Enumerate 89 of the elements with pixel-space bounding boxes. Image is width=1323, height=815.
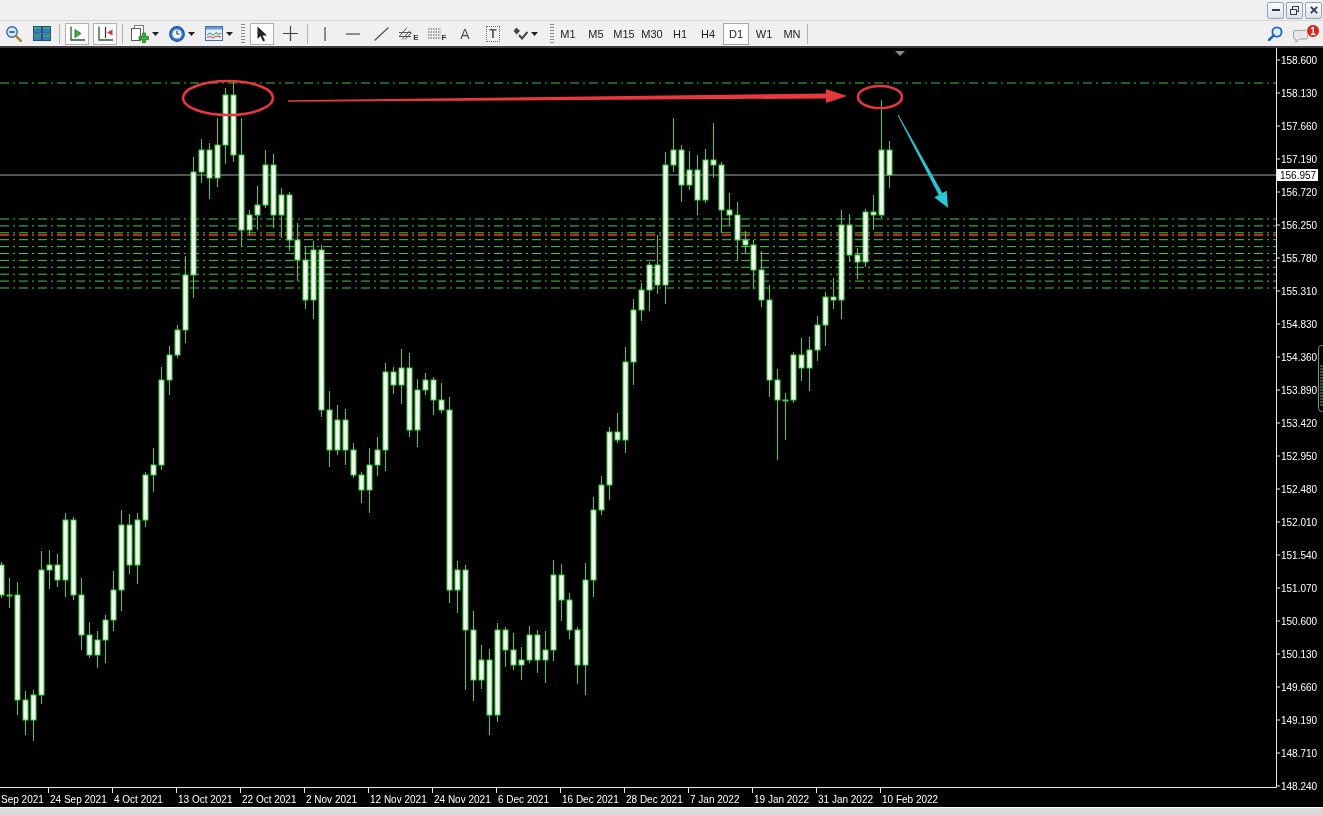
date-label: 19 Jan 2022 [754,794,810,805]
timeframe-tab[interactable]: W1 [751,22,777,45]
crosshair-icon [282,26,298,41]
chart-shift-icon [69,25,85,42]
text-label-button[interactable]: T [481,22,505,45]
toolbar-grip[interactable] [550,23,554,44]
price-label: 151.540 [1281,549,1318,561]
close-button[interactable] [1305,1,1322,19]
price-label: 148.240 [1281,780,1318,792]
date-label: 4 Oct 2021 [114,794,163,805]
fibonacci-button[interactable]: F [425,22,449,45]
price-label: 155.310 [1281,285,1318,297]
diagonal-line-icon [373,26,389,41]
timeframe-tab[interactable]: MN [779,22,805,45]
toolbar-grip[interactable] [241,23,245,44]
price-label: 153.890 [1281,384,1318,396]
date-label: 24 Nov 2021 [434,794,491,805]
price-label: 158.130 [1281,87,1318,99]
caret-icon [531,31,538,36]
date-label: 16 Dec 2021 [562,794,619,805]
dotted-lines-icon [427,28,441,39]
price-label: 150.130 [1281,648,1318,660]
timeframe-tab[interactable]: D1 [723,22,749,45]
cursor-button[interactable] [250,22,274,45]
price-label: 155.780 [1281,252,1318,264]
caret-icon [151,31,159,36]
date-label: 10 Feb 2022 [882,794,939,805]
date-label: 24 Sep 2021 [50,794,107,805]
date-label: 28 Dec 2021 [626,794,683,805]
tile-windows-icon [33,26,51,41]
date-label: 7 Jan 2022 [690,794,740,805]
arrows-icon [513,27,528,40]
chart-shift-button[interactable] [65,22,89,45]
price-label: 158.600 [1281,54,1318,66]
timeframe-tab[interactable]: H1 [667,22,693,45]
hatched-lines-icon [399,27,413,40]
timeframe-tab[interactable]: M30 [639,22,665,45]
price-label: 149.190 [1281,714,1318,726]
timeframe-tab[interactable]: H4 [695,22,721,45]
price-label: 152.480 [1281,483,1318,495]
caret-icon [225,31,233,36]
price-label: 157.660 [1281,120,1318,132]
timeframe-tab[interactable]: M15 [611,22,637,45]
vertical-line-icon [324,26,326,41]
text-button[interactable]: A [453,22,477,45]
restore-button[interactable] [1286,1,1303,19]
price-label: 152.010 [1281,516,1318,528]
date-label: Sep 2021 [1,794,44,805]
notifications-button[interactable]: 1 [1291,22,1321,45]
new-chart-button[interactable] [128,22,161,45]
minimize-icon [1271,9,1280,11]
highlight-ellipse [856,84,904,110]
channel-button[interactable]: E [397,22,421,45]
price-label: 150.600 [1281,615,1318,627]
search-icon [1267,26,1283,41]
restore-icon [1290,5,1299,15]
date-label: 13 Oct 2021 [178,794,233,805]
shift-marker-icon [895,51,905,56]
notification-badge: 1 [1306,23,1320,38]
price-label: 156.720 [1281,186,1318,198]
price-label: 149.660 [1281,681,1318,693]
zoom-out-icon [6,25,22,42]
chart-window-icon [204,26,223,41]
date-label: 31 Jan 2022 [818,794,874,805]
date-label: 12 Nov 2021 [370,794,427,805]
date-label: 6 Dec 2021 [498,794,550,805]
price-label: 154.830 [1281,318,1318,330]
timeframe-tab[interactable]: M5 [583,22,609,45]
price-label: 151.070 [1281,582,1318,594]
horizontal-line-icon [346,32,360,35]
document-plus-icon [130,24,149,43]
price-label: 157.190 [1281,153,1318,165]
price-label: 148.710 [1281,747,1318,759]
clock-icon [168,25,185,42]
date-label: 2 Nov 2021 [306,794,358,805]
speech-bubble-icon [1293,29,1308,43]
auto-scroll-icon [97,25,113,42]
current-price-label: 156.957 [1277,169,1318,181]
price-label: 153.420 [1281,417,1318,429]
price-label: 152.950 [1281,450,1318,462]
cursor-arrow-icon [256,25,268,42]
caret-icon [187,31,195,36]
minimize-button[interactable] [1267,1,1284,19]
price-label: 156.250 [1281,219,1318,231]
timeframe-tab[interactable]: M1 [555,22,581,45]
price-label: 154.360 [1281,351,1318,363]
close-icon [1309,6,1318,14]
auto-scroll-button[interactable] [93,22,117,45]
date-label: 22 Oct 2021 [242,794,297,805]
